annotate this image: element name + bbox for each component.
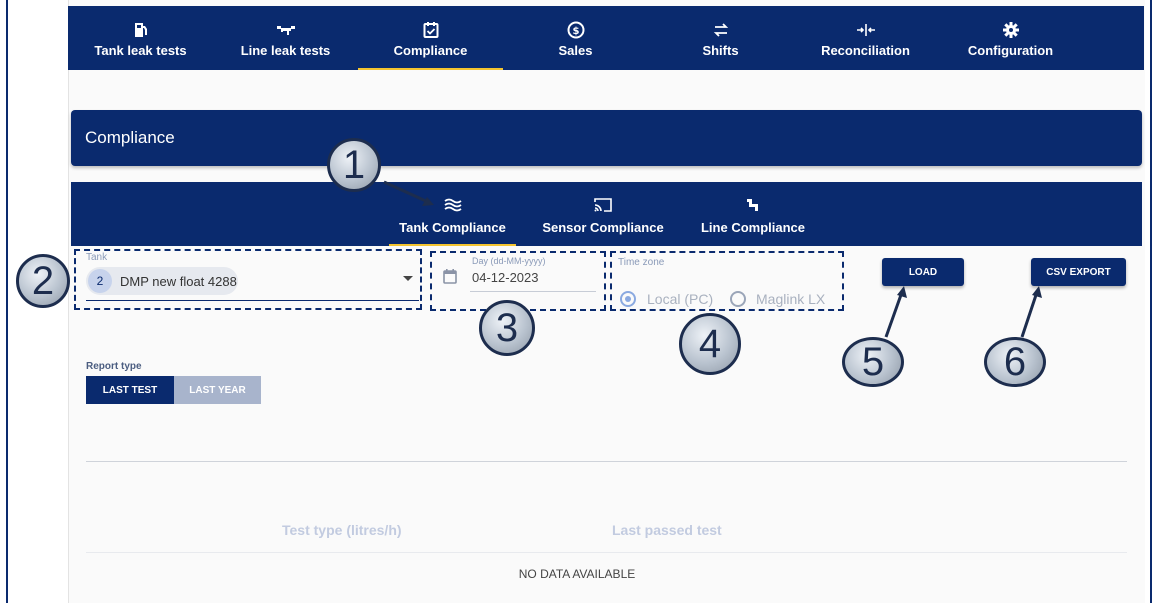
load-button[interactable]: LOAD bbox=[882, 258, 964, 286]
callout-4: 4 bbox=[679, 313, 741, 375]
column-header-test-type: Test type (litres/h) bbox=[282, 522, 402, 538]
tank-chip-text: DMP new float 4288 bbox=[120, 273, 237, 289]
merge-arrows-icon bbox=[856, 19, 876, 41]
csv-export-button[interactable]: CSV EXPORT bbox=[1031, 258, 1126, 286]
tank-select-chip[interactable]: 2 DMP new float 4288 bbox=[86, 267, 238, 295]
tank-chip-number: 2 bbox=[88, 269, 112, 293]
day-field-underline bbox=[470, 291, 596, 292]
empty-state-text: NO DATA AVAILABLE bbox=[518, 567, 636, 581]
svg-text:$: $ bbox=[572, 26, 579, 37]
tab-tank-compliance[interactable]: Tank Compliance bbox=[389, 182, 516, 246]
nav-label: Shifts bbox=[702, 42, 739, 58]
left-frame-line bbox=[6, 0, 8, 603]
radio-local-pc[interactable] bbox=[620, 291, 636, 307]
report-type-last-test[interactable]: LAST TEST bbox=[86, 376, 174, 404]
radio-maglink-lx[interactable] bbox=[730, 291, 746, 307]
tab-label: Sensor Compliance bbox=[542, 219, 664, 235]
day-field-label: Day (dd-MM-yyyy) bbox=[472, 256, 546, 266]
tank-field-label: Tank bbox=[86, 252, 108, 263]
page-title: Compliance bbox=[85, 128, 175, 147]
callout-6: 6 bbox=[984, 337, 1046, 387]
radio-maglink-lx-label: Maglink LX bbox=[756, 291, 826, 307]
nav-shifts[interactable]: Shifts bbox=[648, 6, 793, 70]
gear-icon bbox=[1002, 19, 1020, 41]
tab-sensor-compliance[interactable]: Sensor Compliance bbox=[533, 182, 673, 246]
right-frame-line bbox=[1150, 0, 1152, 603]
report-type-label: Report type bbox=[86, 361, 142, 372]
pipe-elbow-icon bbox=[745, 194, 761, 216]
waves-icon bbox=[443, 194, 463, 216]
swap-arrows-icon bbox=[712, 19, 730, 41]
tab-label: Line Compliance bbox=[700, 219, 806, 235]
top-navigation: Tank leak tests Line leak tests Complian… bbox=[68, 6, 1144, 70]
chevron-down-icon[interactable] bbox=[403, 276, 413, 281]
callout-2: 2 bbox=[16, 254, 70, 308]
cast-icon bbox=[593, 194, 613, 216]
page-header: Compliance bbox=[71, 110, 1142, 166]
callout-1: 1 bbox=[327, 138, 381, 192]
calendar-check-icon bbox=[423, 19, 439, 41]
nav-label: Line leak tests bbox=[240, 42, 331, 58]
nav-label: Reconciliation bbox=[821, 42, 910, 58]
divider bbox=[86, 461, 1127, 462]
tank-pump-icon bbox=[132, 19, 150, 41]
timezone-label: Time zone bbox=[618, 257, 665, 268]
dollar-coin-icon: $ bbox=[567, 19, 585, 41]
nav-tank-leak-tests[interactable]: Tank leak tests bbox=[68, 6, 213, 70]
tab-line-compliance[interactable]: Line Compliance bbox=[693, 182, 813, 246]
report-type-last-year[interactable]: LAST YEAR bbox=[174, 376, 261, 404]
compliance-tabs: Tank Compliance Sensor Compliance Line C… bbox=[71, 182, 1142, 246]
tank-field-underline bbox=[86, 300, 419, 301]
nav-label: Compliance bbox=[393, 42, 468, 58]
calendar-icon[interactable] bbox=[443, 268, 457, 289]
nav-label: Tank leak tests bbox=[94, 42, 187, 58]
nav-line-leak-tests[interactable]: Line leak tests bbox=[213, 6, 358, 70]
nav-compliance[interactable]: Compliance bbox=[358, 6, 503, 70]
nav-reconciliation[interactable]: Reconciliation bbox=[793, 6, 938, 70]
line-pipe-icon bbox=[276, 19, 296, 41]
day-input[interactable]: 04-12-2023 bbox=[472, 270, 539, 285]
callout-3: 3 bbox=[479, 300, 535, 356]
callout-5: 5 bbox=[842, 337, 904, 387]
tab-label: Tank Compliance bbox=[399, 219, 506, 235]
table-header-divider bbox=[86, 552, 1127, 553]
radio-local-pc-label: Local (PC) bbox=[647, 291, 714, 307]
nav-configuration[interactable]: Configuration bbox=[938, 6, 1083, 70]
nav-sales[interactable]: $ Sales bbox=[503, 6, 648, 70]
nav-label: Sales bbox=[558, 42, 593, 58]
column-header-last-passed-test: Last passed test bbox=[612, 522, 722, 538]
nav-label: Configuration bbox=[967, 42, 1054, 58]
